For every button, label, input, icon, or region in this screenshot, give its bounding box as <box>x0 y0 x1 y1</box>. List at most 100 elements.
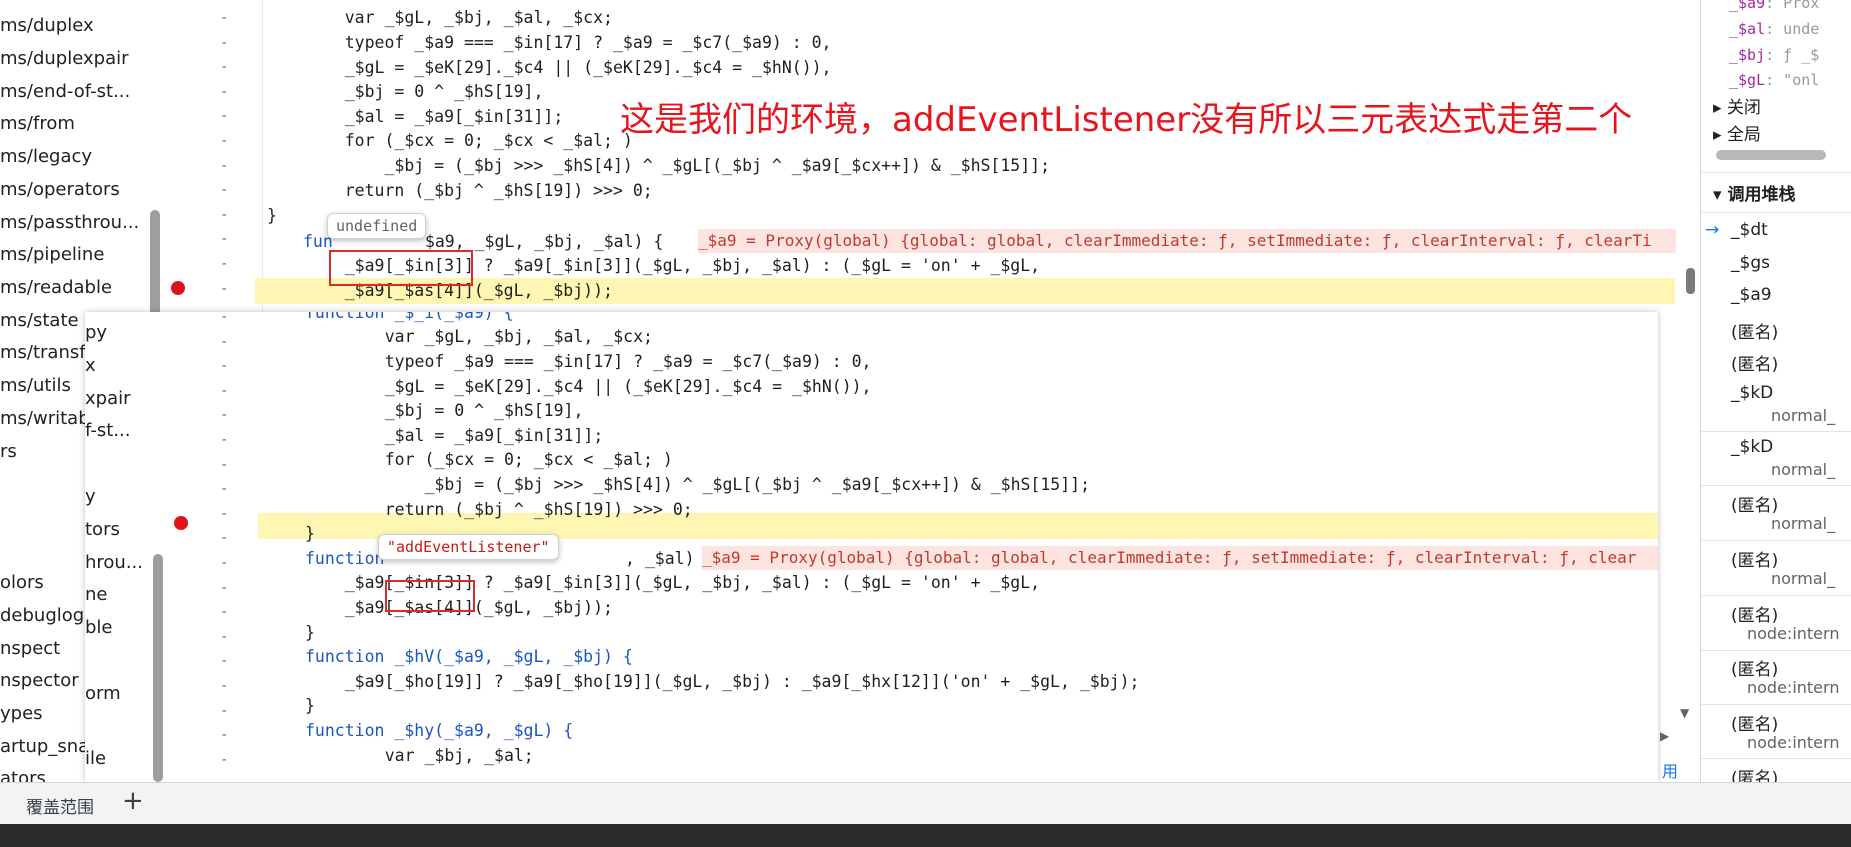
file-item[interactable]: ms/transfo <box>0 342 97 363</box>
code-line: typeof _$a9 === _$in[17] ? _$a9 = _$c7(_… <box>345 352 872 371</box>
code-line: _$bj = (_$bj >>> _$hS[4]) ^ _$gL[(_$bj ^… <box>345 475 1091 494</box>
code-line: , _$al) { <box>625 549 715 568</box>
file-item[interactable]: ms/duplex <box>0 15 94 36</box>
scope-variable[interactable]: _$gL: "onl <box>1729 71 1819 89</box>
call-frame[interactable]: (匿名) <box>1731 710 1778 735</box>
code-line: _$bj = 0 ^ _$hS[19], <box>305 82 544 101</box>
call-frame[interactable]: _$a9 <box>1731 285 1772 305</box>
debugger-sidebar: _$a9: Prox _$al: unde _$bj: ƒ _$ _$gL: "… <box>1700 0 1851 782</box>
breakpoint-marker[interactable] <box>171 281 185 295</box>
file-item[interactable]: artup_sna <box>0 736 89 757</box>
file-item[interactable]: ms/end-of-st... <box>0 81 130 102</box>
call-frame-location: normal_ <box>1771 569 1836 588</box>
file-item[interactable]: nspector <box>0 670 79 691</box>
file-item[interactable]: ms/operators <box>0 179 120 200</box>
code-line: _$bj = (_$bj >>> _$hS[4]) ^ _$gL[(_$bj ^… <box>305 156 1051 175</box>
code-line: } <box>267 206 277 225</box>
code-line: _$al = _$a9[_$in[31]]; <box>305 107 564 126</box>
call-frame[interactable]: (匿名) <box>1731 546 1778 571</box>
call-frame[interactable]: _$dt <box>1731 220 1768 240</box>
code-line: } <box>305 623 315 642</box>
file-item[interactable]: ms/from <box>0 113 75 134</box>
call-frame[interactable]: (匿名) <box>1731 350 1778 375</box>
file-item[interactable]: orm <box>85 683 121 704</box>
file-item[interactable]: nspect <box>0 638 60 659</box>
code-line: function _$_i(_$a9) { <box>305 312 514 322</box>
call-frame[interactable]: _$kD <box>1731 437 1773 457</box>
overlay-tree-scrollbar[interactable] <box>153 554 163 782</box>
global-scope[interactable]: ▸ 全局 <box>1713 120 1761 145</box>
hover-tooltip: undefined <box>327 213 427 239</box>
call-frame[interactable]: _$kD <box>1731 383 1773 403</box>
file-item[interactable]: ms/duplexpair <box>0 48 129 69</box>
call-stack-header[interactable]: ▾ 调用堆栈 <box>1713 180 1795 205</box>
code-line: } <box>305 524 315 543</box>
file-item[interactable]: rs <box>0 441 17 462</box>
add-tab-button[interactable]: + <box>122 786 144 816</box>
file-item[interactable]: ms/utils <box>0 375 71 396</box>
code-line: var _$gL, _$bj, _$al, _$cx; <box>305 8 613 27</box>
file-item[interactable]: py <box>85 322 107 343</box>
file-item[interactable]: ators <box>0 768 46 782</box>
file-item[interactable]: ms/pipeline <box>0 244 104 265</box>
editor-scrollbar[interactable] <box>1686 268 1695 294</box>
call-frame-location: normal_ <box>1771 460 1836 479</box>
file-item[interactable]: olors <box>0 572 44 593</box>
sidebar-edge-label: 用 <box>1662 762 1679 781</box>
code-line: typeof _$a9 === _$in[17] ? _$a9 = _$c7(_… <box>305 33 832 52</box>
file-item[interactable]: ms/readable <box>0 277 112 298</box>
file-item[interactable]: tors <box>85 519 120 540</box>
code-line: function <box>305 549 385 568</box>
call-frame[interactable]: (匿名) <box>1731 318 1778 343</box>
closure-scope[interactable]: ▸ 关闭 <box>1713 93 1761 118</box>
code-line: } <box>305 696 315 715</box>
highlight-box <box>329 250 473 286</box>
breakpoint-marker[interactable] <box>174 516 188 530</box>
code-line: _$gL = _$eK[29]._$c4 || (_$eK[29]._$c4 =… <box>345 377 872 396</box>
scope-variable[interactable]: _$a9: Prox <box>1729 0 1819 12</box>
file-item[interactable]: ypes <box>0 703 43 724</box>
call-frame[interactable]: (匿名) <box>1731 764 1778 782</box>
scroll-down-arrow-icon[interactable]: ▼ <box>1680 706 1689 720</box>
call-frame[interactable]: (匿名) <box>1731 601 1778 626</box>
file-item[interactable]: ms/state <box>0 310 79 331</box>
sidebar-hscroll[interactable] <box>1716 150 1826 160</box>
code-line: var _$bj, _$al; <box>345 746 534 765</box>
file-item[interactable]: f-st... <box>85 420 130 441</box>
taskbar-strip <box>0 824 1851 847</box>
file-item[interactable]: ms/passthrou... <box>0 212 139 233</box>
call-frame[interactable]: (匿名) <box>1731 491 1778 516</box>
file-item[interactable]: ble <box>85 617 113 638</box>
code-line: function _$hV(_$a9, _$gL, _$bj) { <box>305 647 633 666</box>
tab-coverage[interactable]: 覆盖范围 <box>26 793 94 818</box>
code-line: function _$hy(_$a9, _$gL) { <box>305 721 574 740</box>
file-item[interactable]: y <box>85 486 96 507</box>
code-line: return (_$bj ^ _$hS[19]) >>> 0; <box>345 500 693 519</box>
call-frame-location: node:intern <box>1747 733 1840 752</box>
file-item[interactable]: xpair <box>85 388 131 409</box>
line-number-gutter: - - - - - - - - - - - - - - - - - - - - <box>220 312 229 782</box>
inline-variable-value: _$a9 = Proxy(global) {global: global, cl… <box>702 546 1658 570</box>
code-line: for (_$cx = 0; _$cx < _$al; ) <box>305 131 633 150</box>
file-item[interactable]: ile <box>85 748 106 769</box>
scroll-right-arrow-icon[interactable]: ▶ <box>1660 729 1669 743</box>
call-frame-location: node:intern <box>1747 678 1840 697</box>
file-item[interactable]: x <box>85 355 96 376</box>
file-item[interactable]: ms/legacy <box>0 146 92 167</box>
current-frame-arrow: → <box>1705 220 1720 240</box>
file-item[interactable]: debuglog <box>0 605 84 626</box>
call-frame[interactable]: _$gs <box>1731 253 1770 273</box>
call-frame-location: normal_ <box>1771 406 1836 425</box>
line-number-gutter: - - - - - - - - - - - - - <box>220 10 229 321</box>
file-item[interactable]: hrou... <box>85 552 143 573</box>
call-frame[interactable]: (匿名) <box>1731 655 1778 680</box>
scope-variable[interactable]: _$al: unde <box>1729 20 1819 38</box>
scope-variable[interactable]: _$bj: ƒ _$ <box>1729 46 1819 64</box>
code-line: _$bj = 0 ^ _$hS[19], <box>345 401 584 420</box>
file-item[interactable]: ms/writab <box>0 408 90 429</box>
file-item[interactable]: ne <box>85 584 107 605</box>
code-line: var _$gL, _$bj, _$al, _$cx; <box>345 327 653 346</box>
overlay-editor-panel: py x xpair f-st... y tors hrou... ne ble… <box>85 312 1658 782</box>
code-line: _$a9[_$ho[19]] ? _$a9[_$ho[19]](_$gL, _$… <box>305 672 1140 691</box>
code-line: for (_$cx = 0; _$cx < _$al; ) <box>345 450 673 469</box>
